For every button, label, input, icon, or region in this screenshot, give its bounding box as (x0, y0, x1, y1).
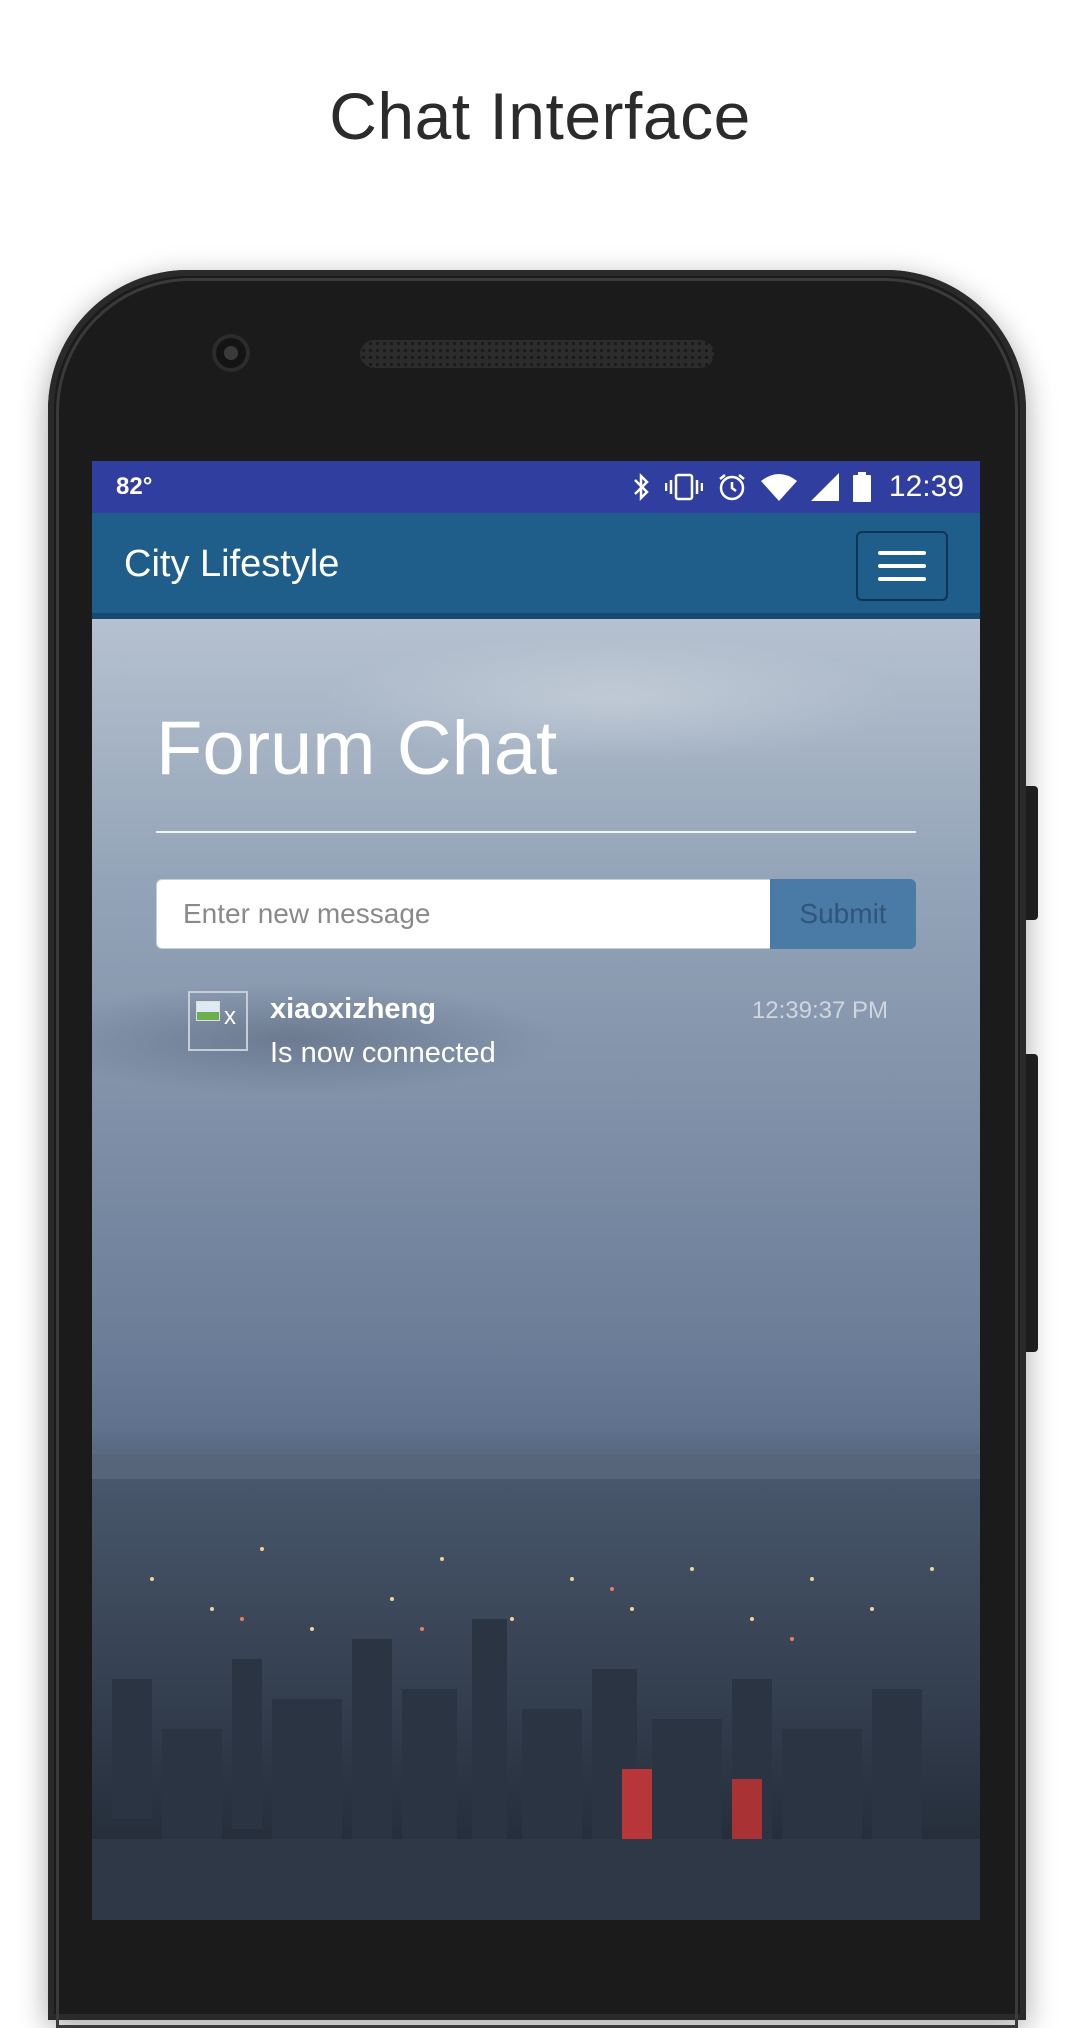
vibrate-icon (664, 472, 703, 502)
wifi-icon (760, 473, 797, 501)
title-divider (156, 831, 916, 833)
broken-image-icon (196, 1001, 220, 1021)
forum-title: Forum Chat (156, 706, 558, 791)
message-text: Is now connected (270, 1037, 496, 1069)
earpiece-speaker (360, 340, 714, 368)
status-bar: 82° 12:39 (92, 461, 980, 513)
page-title: Chat Interface (329, 79, 751, 153)
signal-icon (810, 473, 839, 501)
volume-button (1026, 1054, 1038, 1352)
message-form: Submit (156, 879, 916, 949)
status-icons: 12:39 (631, 461, 964, 513)
hamburger-menu-icon[interactable] (856, 531, 948, 601)
menu-line (878, 577, 926, 581)
city-skyline-image (92, 1449, 980, 1920)
chat-message: x xiaoxizheng 12:39:37 PM Is now connect… (188, 991, 888, 1091)
message-timestamp: 12:39:37 PM (751, 997, 888, 1024)
avatar-alt-text: x (224, 1003, 236, 1030)
message-input[interactable] (156, 879, 770, 949)
menu-line (878, 564, 926, 568)
city-background (92, 619, 980, 1920)
battery-icon (852, 472, 871, 502)
submit-button[interactable]: Submit (770, 879, 916, 949)
message-username: xiaoxizheng (270, 993, 436, 1025)
app-bar: City Lifestyle (92, 513, 980, 619)
status-time: 12:39 (888, 470, 964, 503)
status-temperature: 82° (116, 473, 153, 500)
phone-screen: 82° 12:39 City Lifestyle Forum Chat Ente… (92, 461, 980, 1920)
bluetooth-icon (631, 472, 651, 502)
menu-line (878, 551, 926, 555)
app-title[interactable]: City Lifestyle (124, 543, 339, 586)
user-avatar: x (188, 991, 248, 1051)
alarm-icon (717, 472, 747, 502)
power-button (1026, 786, 1038, 920)
front-camera (212, 334, 250, 372)
